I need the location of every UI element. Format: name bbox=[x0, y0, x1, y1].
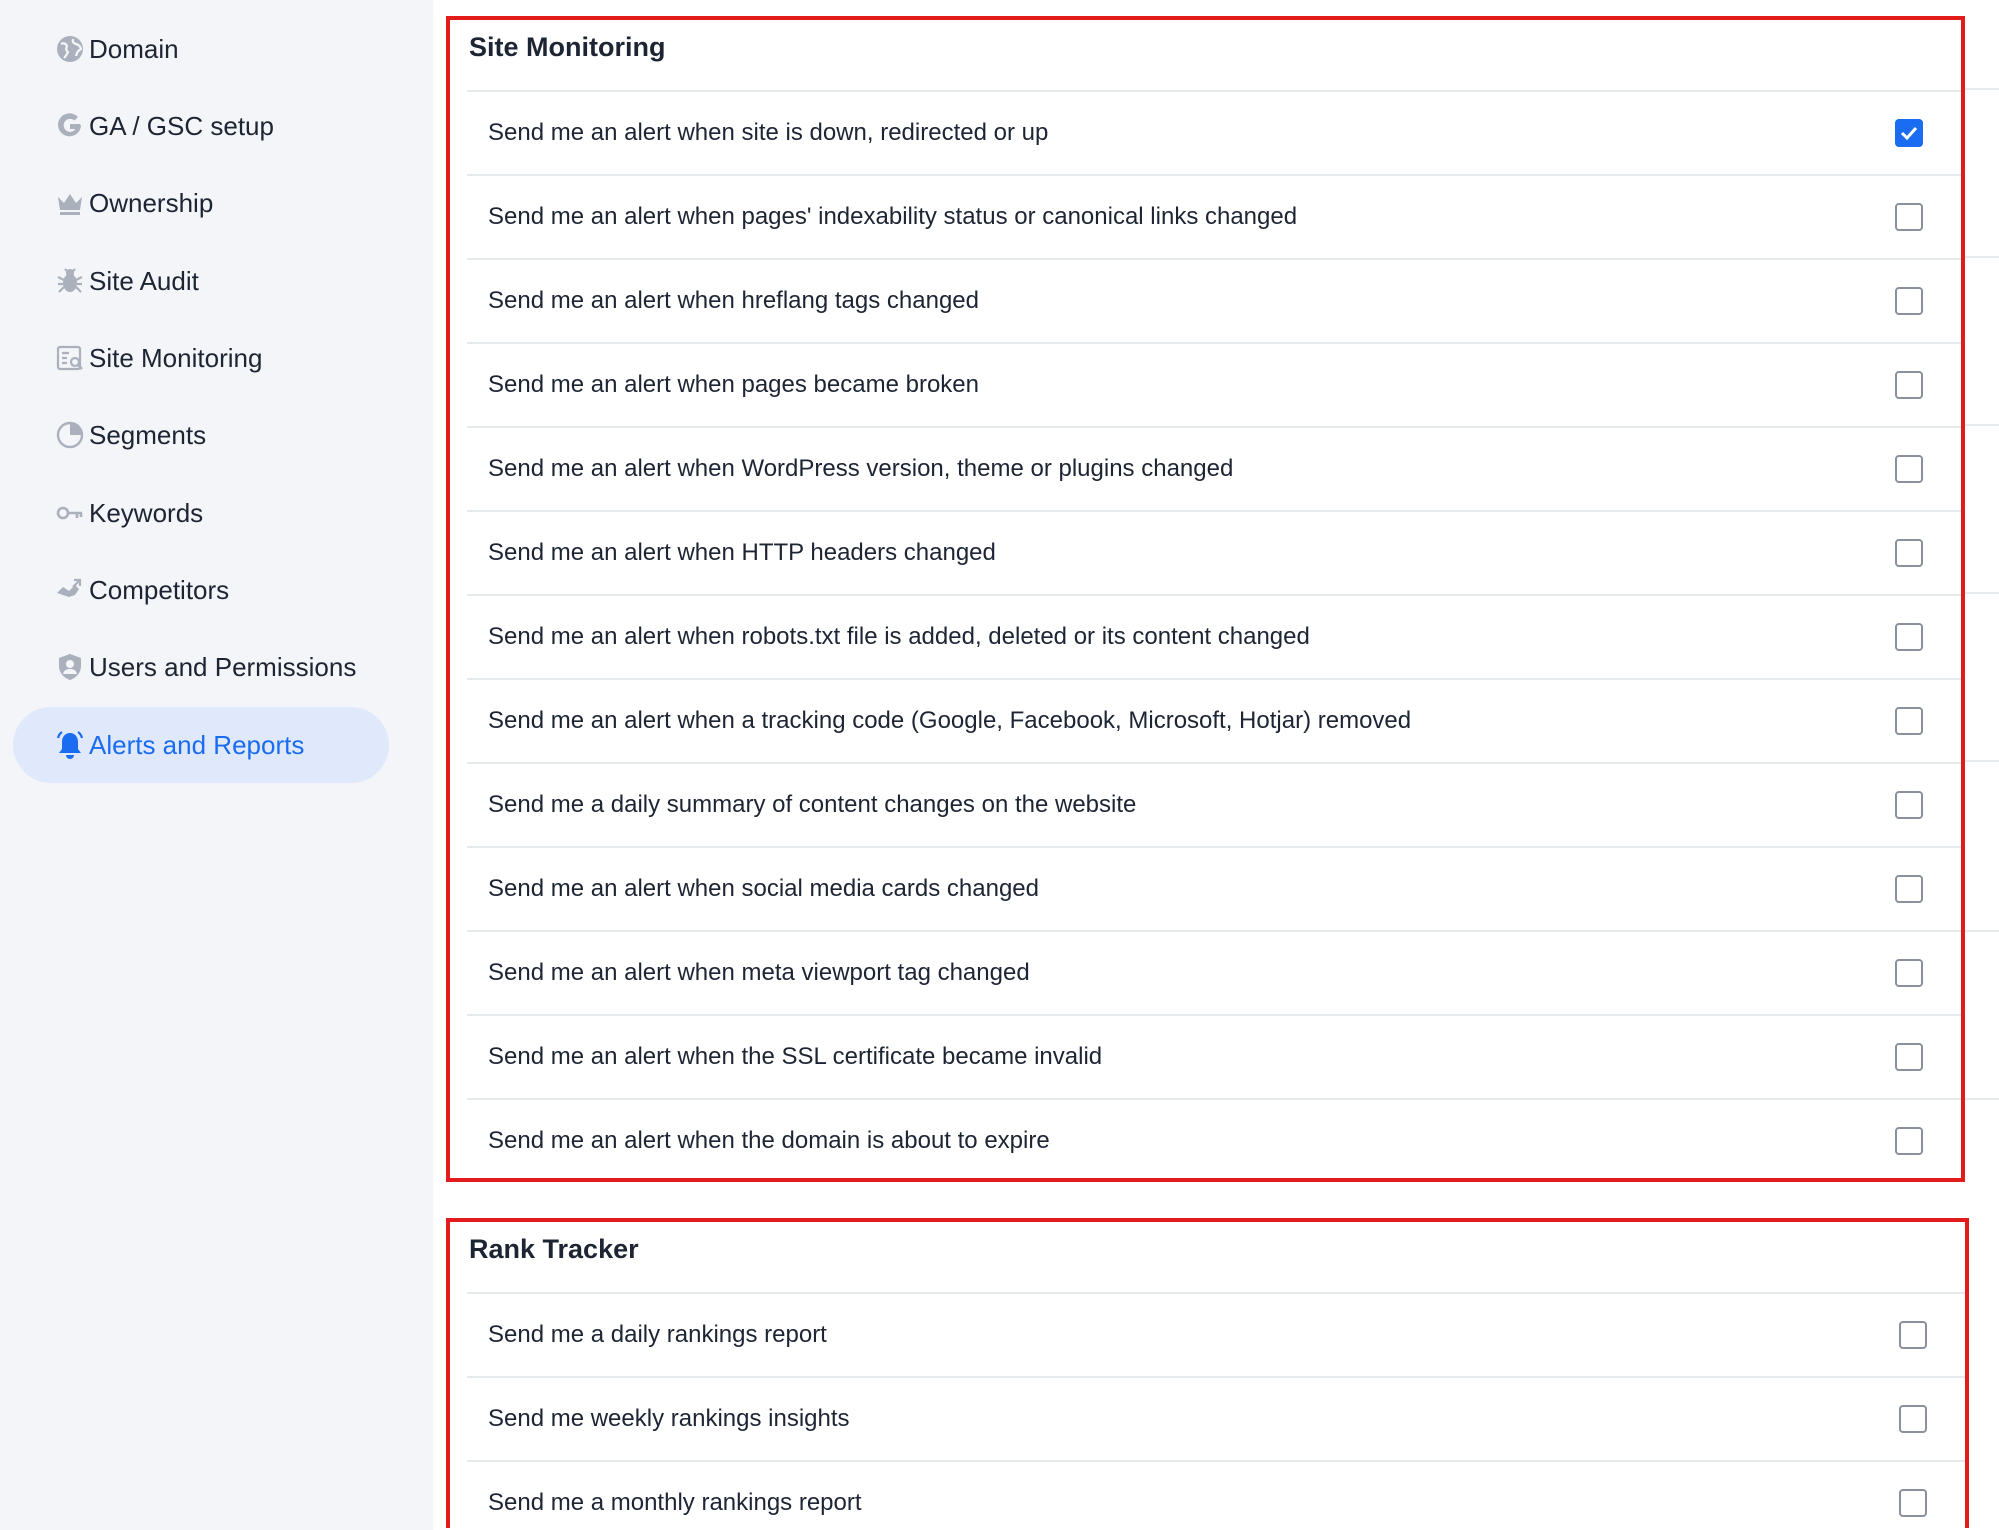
sidebar-item-label: Ownership bbox=[89, 187, 214, 218]
sidebar-item-label: Alerts and Reports bbox=[89, 729, 305, 760]
sidebar-item-label: Site Monitoring bbox=[89, 342, 263, 373]
checkmark-icon bbox=[1900, 126, 1918, 141]
sidebar-item-users-and-permissions[interactable]: Users and Permissions bbox=[13, 629, 389, 705]
alert-checkbox[interactable] bbox=[1895, 119, 1923, 147]
alert-checkbox[interactable] bbox=[1895, 959, 1923, 987]
sidebar-item-segments[interactable]: Segments bbox=[13, 397, 389, 473]
pie-chart-icon bbox=[55, 420, 85, 450]
row-divider bbox=[1965, 1098, 1999, 1100]
alert-checkbox[interactable] bbox=[1895, 455, 1923, 483]
section-title: Site Monitoring bbox=[469, 32, 666, 62]
list-item[interactable]: Send me an alert when WordPress version,… bbox=[467, 426, 1961, 510]
alert-checkbox[interactable] bbox=[1895, 371, 1923, 399]
competitors-icon bbox=[55, 575, 85, 605]
google-icon bbox=[55, 111, 85, 141]
sidebar-item-label: Competitors bbox=[89, 574, 230, 605]
row-divider bbox=[1965, 592, 1999, 594]
globe-icon bbox=[55, 34, 85, 64]
alert-option-label: Send me an alert when hreflang tags chan… bbox=[488, 287, 980, 314]
shield-user-icon bbox=[55, 652, 85, 682]
monitor-search-icon bbox=[55, 343, 85, 373]
report-option-label: Send me a daily rankings report bbox=[488, 1321, 827, 1348]
alert-checkbox[interactable] bbox=[1895, 287, 1923, 315]
alert-option-label: Send me an alert when meta viewport tag … bbox=[488, 959, 1030, 986]
bug-icon bbox=[55, 266, 85, 296]
site-monitoring-list: Send me an alert when site is down, redi… bbox=[467, 90, 1961, 1182]
row-divider bbox=[1965, 930, 1999, 932]
list-item[interactable]: Send me an alert when pages' indexabilit… bbox=[467, 174, 1961, 258]
list-item[interactable]: Send me a daily rankings report bbox=[467, 1292, 1965, 1376]
alert-checkbox[interactable] bbox=[1895, 875, 1923, 903]
row-divider bbox=[1965, 88, 1999, 90]
site-monitoring-section: Site Monitoring Send me an alert when si… bbox=[446, 16, 1965, 1182]
alert-checkbox[interactable] bbox=[1895, 203, 1923, 231]
alert-checkbox[interactable] bbox=[1895, 1127, 1923, 1155]
alert-option-label: Send me an alert when WordPress version,… bbox=[488, 455, 1234, 482]
alert-option-label: Send me an alert when robots.txt file is… bbox=[488, 623, 1310, 650]
sidebar-item-keywords[interactable]: Keywords bbox=[13, 475, 389, 551]
list-item[interactable]: Send me an alert when robots.txt file is… bbox=[467, 594, 1961, 678]
sidebar-item-label: Keywords bbox=[89, 497, 204, 528]
report-checkbox[interactable] bbox=[1899, 1321, 1927, 1349]
alert-checkbox[interactable] bbox=[1895, 539, 1923, 567]
list-item[interactable]: Send me an alert when pages became broke… bbox=[467, 342, 1961, 426]
alert-option-label: Send me an alert when the domain is abou… bbox=[488, 1127, 1050, 1154]
sidebar-item-site-audit[interactable]: Site Audit bbox=[13, 243, 389, 319]
report-checkbox[interactable] bbox=[1899, 1405, 1927, 1433]
list-item[interactable]: Send me an alert when hreflang tags chan… bbox=[467, 258, 1961, 342]
list-item[interactable]: Send me an alert when social media cards… bbox=[467, 846, 1961, 930]
list-item[interactable]: Send me an alert when the SSL certificat… bbox=[467, 1014, 1961, 1098]
sidebar-item-label: Site Audit bbox=[89, 265, 199, 296]
key-icon bbox=[55, 498, 85, 528]
alert-checkbox[interactable] bbox=[1895, 791, 1923, 819]
report-option-label: Send me a monthly rankings report bbox=[488, 1489, 862, 1516]
alert-option-label: Send me an alert when social media cards… bbox=[488, 875, 1039, 902]
list-item[interactable]: Send me an alert when meta viewport tag … bbox=[467, 930, 1961, 1014]
rank-tracker-section: Rank Tracker Send me a daily rankings re… bbox=[446, 1218, 1969, 1528]
rank-tracker-list: Send me a daily rankings report Send me … bbox=[467, 1292, 1965, 1530]
alert-option-label: Send me an alert when HTTP headers chang… bbox=[488, 539, 996, 566]
sidebar-item-label: Users and Permissions bbox=[89, 651, 357, 682]
row-divider bbox=[1965, 256, 1999, 258]
sidebar-item-label: GA / GSC setup bbox=[89, 110, 274, 141]
bell-icon bbox=[55, 730, 85, 760]
sidebar-item-label: Segments bbox=[89, 419, 207, 450]
sidebar-item-label: Domain bbox=[89, 33, 179, 64]
alert-option-label: Send me an alert when the SSL certificat… bbox=[488, 1043, 1103, 1070]
list-item[interactable]: Send me an alert when a tracking code (G… bbox=[467, 678, 1961, 762]
alert-checkbox[interactable] bbox=[1895, 707, 1923, 735]
list-item[interactable]: Send me an alert when HTTP headers chang… bbox=[467, 510, 1961, 594]
list-item[interactable]: Send me an alert when the domain is abou… bbox=[467, 1098, 1961, 1182]
list-item[interactable]: Send me an alert when site is down, redi… bbox=[467, 90, 1961, 174]
list-item[interactable]: Send me a daily summary of content chang… bbox=[467, 762, 1961, 846]
list-item[interactable]: Send me a monthly rankings report bbox=[467, 1460, 1965, 1530]
alert-checkbox[interactable] bbox=[1895, 623, 1923, 651]
sidebar: Domain GA / GSC setup Ownership Site Aud… bbox=[0, 0, 433, 1530]
section-title: Rank Tracker bbox=[469, 1234, 639, 1264]
row-divider bbox=[1965, 424, 1999, 426]
sidebar-item-alerts-and-reports[interactable]: Alerts and Reports bbox=[13, 707, 389, 783]
sidebar-item-ownership[interactable]: Ownership bbox=[13, 165, 389, 241]
sidebar-item-ga-gsc-setup[interactable]: GA / GSC setup bbox=[13, 88, 389, 164]
report-option-label: Send me weekly rankings insights bbox=[488, 1405, 850, 1432]
alert-checkbox[interactable] bbox=[1895, 1043, 1923, 1071]
sidebar-item-site-monitoring[interactable]: Site Monitoring bbox=[13, 320, 389, 396]
alert-option-label: Send me an alert when site is down, redi… bbox=[488, 119, 1049, 146]
list-item[interactable]: Send me weekly rankings insights bbox=[467, 1376, 1965, 1460]
sidebar-item-domain[interactable]: Domain bbox=[13, 11, 389, 87]
alert-option-label: Send me an alert when a tracking code (G… bbox=[488, 707, 1412, 734]
alert-option-label: Send me an alert when pages became broke… bbox=[488, 371, 979, 398]
row-divider bbox=[1965, 760, 1999, 762]
alert-option-label: Send me an alert when pages' indexabilit… bbox=[488, 203, 1298, 230]
report-checkbox[interactable] bbox=[1899, 1489, 1927, 1517]
sidebar-item-competitors[interactable]: Competitors bbox=[13, 552, 389, 628]
alert-option-label: Send me a daily summary of content chang… bbox=[488, 791, 1137, 818]
crown-icon bbox=[55, 188, 85, 218]
